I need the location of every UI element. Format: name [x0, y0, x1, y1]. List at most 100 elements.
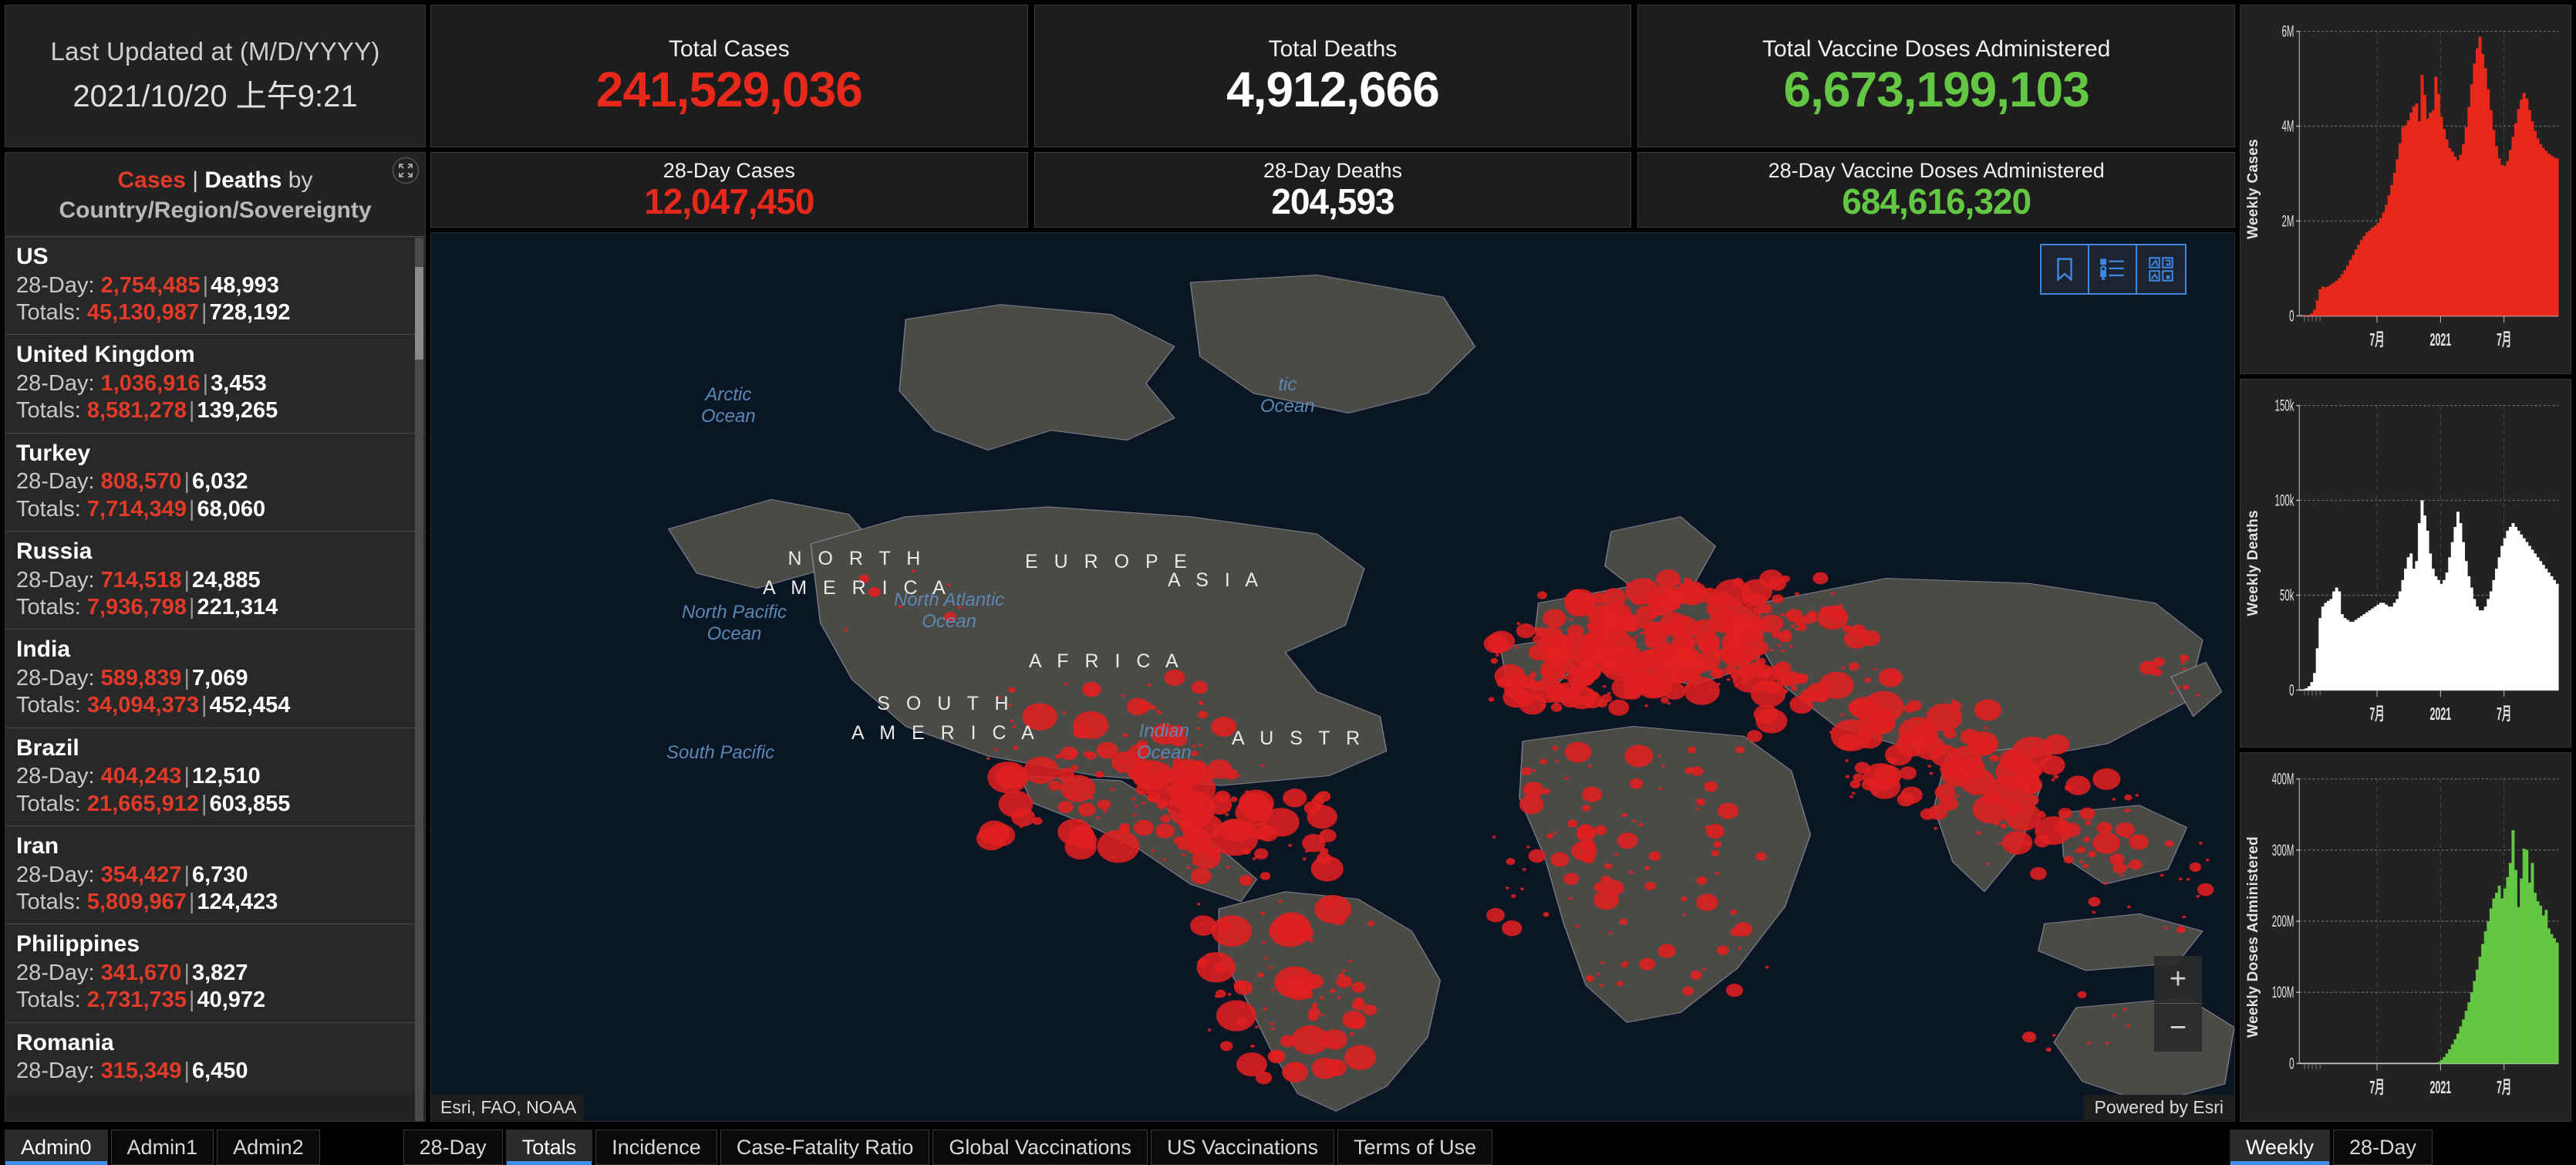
- map-case-bubble[interactable]: [1488, 697, 1495, 702]
- tab-28-day[interactable]: 28-Day: [403, 1130, 503, 1165]
- map-case-bubble[interactable]: [1812, 572, 1829, 585]
- map-case-bubble[interactable]: [2112, 1014, 2117, 1018]
- map-case-bubble[interactable]: [1695, 798, 1706, 806]
- map-case-bubble[interactable]: [1198, 711, 1208, 719]
- map-case-bubble[interactable]: [1600, 961, 1604, 964]
- map-case-bubble[interactable]: [1696, 893, 1718, 911]
- map-case-bubble[interactable]: [1230, 796, 1238, 802]
- map-case-bubble[interactable]: [1586, 623, 1593, 629]
- map-case-bubble[interactable]: [1061, 770, 1066, 774]
- map-case-bubble[interactable]: [1486, 907, 1505, 923]
- map-case-bubble[interactable]: [1616, 981, 1623, 987]
- map-case-bubble[interactable]: [1644, 866, 1650, 870]
- map-case-bubble[interactable]: [1794, 592, 1800, 596]
- map-case-bubble[interactable]: [2058, 808, 2072, 819]
- map-case-bubble[interactable]: [1529, 697, 1534, 701]
- map-case-bubble[interactable]: [1227, 992, 1232, 996]
- map-case-bubble[interactable]: [1539, 758, 1547, 765]
- map-case-bubble[interactable]: [1269, 1050, 1284, 1062]
- map-case-bubble[interactable]: [1262, 940, 1266, 944]
- map-case-bubble[interactable]: [1719, 605, 1724, 609]
- map-case-bubble[interactable]: [1552, 745, 1559, 751]
- map-case-bubble[interactable]: [2126, 836, 2130, 839]
- map-case-bubble[interactable]: [1260, 764, 1265, 768]
- map-case-bubble[interactable]: [1956, 794, 1960, 798]
- map-case-bubble[interactable]: [2177, 686, 2182, 690]
- legend-icon[interactable]: [2089, 245, 2137, 293]
- map-case-bubble[interactable]: [1596, 903, 1600, 907]
- map-case-bubble[interactable]: [1576, 824, 1595, 838]
- map-case-bubble[interactable]: [1684, 767, 1694, 775]
- tab-incidence[interactable]: Incidence: [595, 1130, 717, 1165]
- map-case-bubble[interactable]: [2025, 795, 2039, 806]
- map-case-bubble[interactable]: [1593, 890, 1620, 910]
- map-case-bubble[interactable]: [1023, 756, 1059, 784]
- country-row[interactable]: India 28-Day: 589,839 | 7,069 Totals: 34,094…: [5, 629, 425, 728]
- map-case-bubble[interactable]: [1639, 957, 1655, 971]
- map-case-bubble[interactable]: [1898, 728, 1903, 732]
- map-case-bubble[interactable]: [1490, 657, 1499, 664]
- map-case-bubble[interactable]: [1634, 591, 1639, 595]
- map-case-bubble[interactable]: [1288, 843, 1293, 847]
- map-case-bubble[interactable]: [1192, 861, 1197, 865]
- map-case-bubble[interactable]: [1873, 667, 1877, 671]
- country-row[interactable]: Philippines 28-Day: 341,670 | 3,827 Totals: …: [5, 924, 425, 1022]
- map-case-bubble[interactable]: [1207, 1028, 1212, 1032]
- map-case-bubble[interactable]: [1956, 776, 1960, 780]
- map-case-bubble[interactable]: [1571, 656, 1575, 660]
- map-case-bubble[interactable]: [1257, 972, 1264, 978]
- map-case-bubble[interactable]: [2062, 822, 2081, 838]
- map-case-bubble[interactable]: [2021, 1031, 2037, 1043]
- map-case-bubble[interactable]: [1991, 778, 1996, 782]
- map-case-bubble[interactable]: [1576, 827, 1581, 831]
- map-case-bubble[interactable]: [1160, 814, 1171, 823]
- map-case-bubble[interactable]: [1214, 994, 1219, 998]
- map-case-bubble[interactable]: [1804, 674, 1809, 678]
- map-case-bubble[interactable]: [1073, 725, 1089, 738]
- map-case-bubble[interactable]: [1634, 635, 1639, 639]
- map-case-bubble[interactable]: [1311, 1002, 1318, 1008]
- map-case-bubble[interactable]: [1760, 604, 1772, 614]
- tab-us-vaccinations[interactable]: US Vaccinations: [1151, 1130, 1335, 1165]
- map-case-bubble[interactable]: [2182, 667, 2187, 670]
- map-case-bubble[interactable]: [1745, 646, 1750, 649]
- map-case-bubble[interactable]: [1683, 577, 1692, 585]
- tab-terms-of-use[interactable]: Terms of Use: [1337, 1130, 1493, 1165]
- map-case-bubble[interactable]: [2079, 807, 2096, 820]
- map-case-bubble[interactable]: [1268, 966, 1273, 970]
- tab-totals[interactable]: Totals: [505, 1130, 593, 1165]
- map-case-bubble[interactable]: [1983, 726, 1988, 730]
- map-case-bubble[interactable]: [1978, 708, 1982, 712]
- map-case-bubble[interactable]: [1097, 772, 1104, 778]
- map-case-bubble[interactable]: [1704, 826, 1711, 830]
- map-case-bubble[interactable]: [1090, 796, 1094, 800]
- map-case-bubble[interactable]: [1934, 784, 1956, 801]
- map-case-bubble[interactable]: [1300, 973, 1304, 976]
- map-case-bubble[interactable]: [1196, 902, 1201, 906]
- map-case-bubble[interactable]: [2052, 1034, 2056, 1037]
- map-case-bubble[interactable]: [1062, 711, 1067, 714]
- map-case-bubble[interactable]: [1708, 687, 1712, 691]
- map-case-bubble[interactable]: [1254, 1025, 1259, 1028]
- map-case-bubble[interactable]: [1638, 822, 1644, 827]
- map-case-bubble[interactable]: [2196, 894, 2200, 898]
- map-case-bubble[interactable]: [1010, 719, 1014, 723]
- map-case-bubble[interactable]: [1860, 706, 1864, 710]
- map-case-bubble[interactable]: [1546, 659, 1551, 663]
- map-case-bubble[interactable]: [1008, 703, 1013, 707]
- map-case-bubble[interactable]: [1608, 699, 1630, 716]
- map-case-bubble[interactable]: [1071, 750, 1079, 757]
- map-case-bubble[interactable]: [1600, 618, 1604, 622]
- map-case-bubble[interactable]: [1581, 853, 1596, 864]
- map-case-bubble[interactable]: [1223, 768, 1239, 780]
- map-case-bubble[interactable]: [1926, 703, 1963, 731]
- map-case-bubble[interactable]: [2176, 926, 2186, 934]
- map-case-bubble[interactable]: [1701, 967, 1706, 971]
- map-case-bubble[interactable]: [2198, 841, 2203, 845]
- map-case-bubble[interactable]: [2189, 862, 2202, 872]
- map-case-bubble[interactable]: [1555, 759, 1559, 763]
- map-case-bubble[interactable]: [1250, 822, 1273, 840]
- map-case-bubble[interactable]: [2064, 784, 2074, 792]
- map-case-bubble[interactable]: [1348, 959, 1353, 963]
- map-case-bubble[interactable]: [1301, 989, 1313, 999]
